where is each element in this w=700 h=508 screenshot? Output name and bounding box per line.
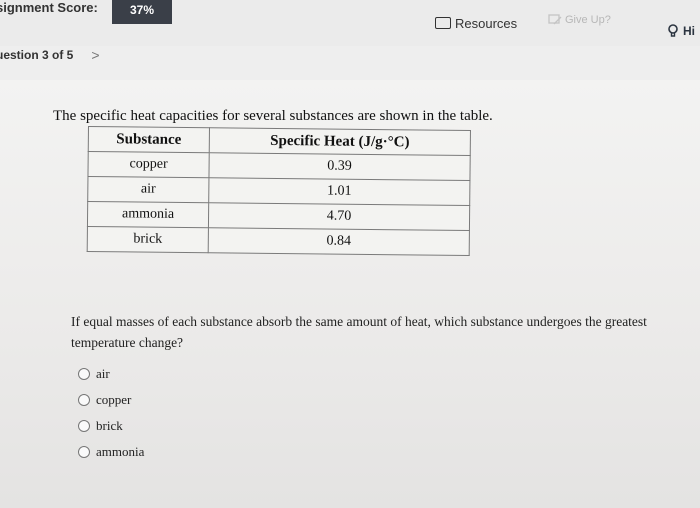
radio-button[interactable] bbox=[78, 368, 90, 380]
resources-icon bbox=[435, 17, 451, 29]
header-bar: signment Score: 37% Resources Give Up? H… bbox=[0, 0, 700, 46]
give-up-icon bbox=[548, 14, 562, 25]
option-copper[interactable]: copper bbox=[78, 387, 144, 413]
next-question-button[interactable]: > bbox=[91, 47, 99, 63]
lightbulb-icon bbox=[668, 24, 678, 37]
column-header-specific-heat: Specific Heat (J/g·°C) bbox=[209, 127, 471, 156]
option-brick[interactable]: brick bbox=[78, 413, 144, 439]
option-label: brick bbox=[96, 418, 123, 433]
hint-button[interactable]: Hi bbox=[668, 24, 695, 38]
option-label: air bbox=[96, 366, 110, 381]
option-label: copper bbox=[96, 392, 132, 407]
page: signment Score: 37% Resources Give Up? H… bbox=[0, 0, 700, 508]
specific-heat-cell: 4.70 bbox=[208, 202, 470, 231]
answer-options: air copper brick ammonia bbox=[78, 361, 144, 465]
specific-heat-cell: 0.84 bbox=[208, 227, 470, 256]
substance-cell: copper bbox=[87, 151, 210, 178]
option-ammonia[interactable]: ammonia bbox=[78, 439, 144, 465]
specific-heat-table-wrapper: Substance Specific Heat (J/g·°C) copper … bbox=[86, 126, 471, 257]
question-counter: uestion 3 of 5 bbox=[0, 48, 74, 62]
column-header-substance: Substance bbox=[88, 126, 210, 153]
resources-button[interactable]: Resources bbox=[435, 12, 517, 34]
give-up-button[interactable]: Give Up? bbox=[548, 14, 611, 26]
specific-heat-cell: 1.01 bbox=[208, 177, 470, 206]
substance-cell: brick bbox=[87, 226, 209, 253]
option-label: ammonia bbox=[96, 444, 145, 459]
substance-cell: ammonia bbox=[87, 201, 209, 228]
give-up-label: Give Up? bbox=[565, 14, 611, 26]
radio-button[interactable] bbox=[78, 420, 90, 432]
question-intro: The specific heat capacities for several… bbox=[53, 108, 493, 124]
hint-label: Hi bbox=[683, 24, 695, 38]
substance-cell: air bbox=[87, 176, 209, 203]
specific-heat-cell: 0.39 bbox=[208, 152, 471, 181]
radio-button[interactable] bbox=[78, 394, 90, 406]
assignment-score-badge: 37% bbox=[112, 0, 172, 24]
option-air[interactable]: air bbox=[78, 361, 144, 387]
table-row: brick 0.84 bbox=[87, 226, 470, 256]
radio-button[interactable] bbox=[78, 446, 90, 458]
assignment-score-label: signment Score: bbox=[0, 0, 98, 15]
question-navigation: uestion 3 of 5 > bbox=[0, 47, 100, 63]
resources-label: Resources bbox=[455, 15, 518, 31]
specific-heat-table: Substance Specific Heat (J/g·°C) copper … bbox=[86, 126, 471, 257]
question-text: If equal masses of each substance absorb… bbox=[71, 314, 647, 350]
